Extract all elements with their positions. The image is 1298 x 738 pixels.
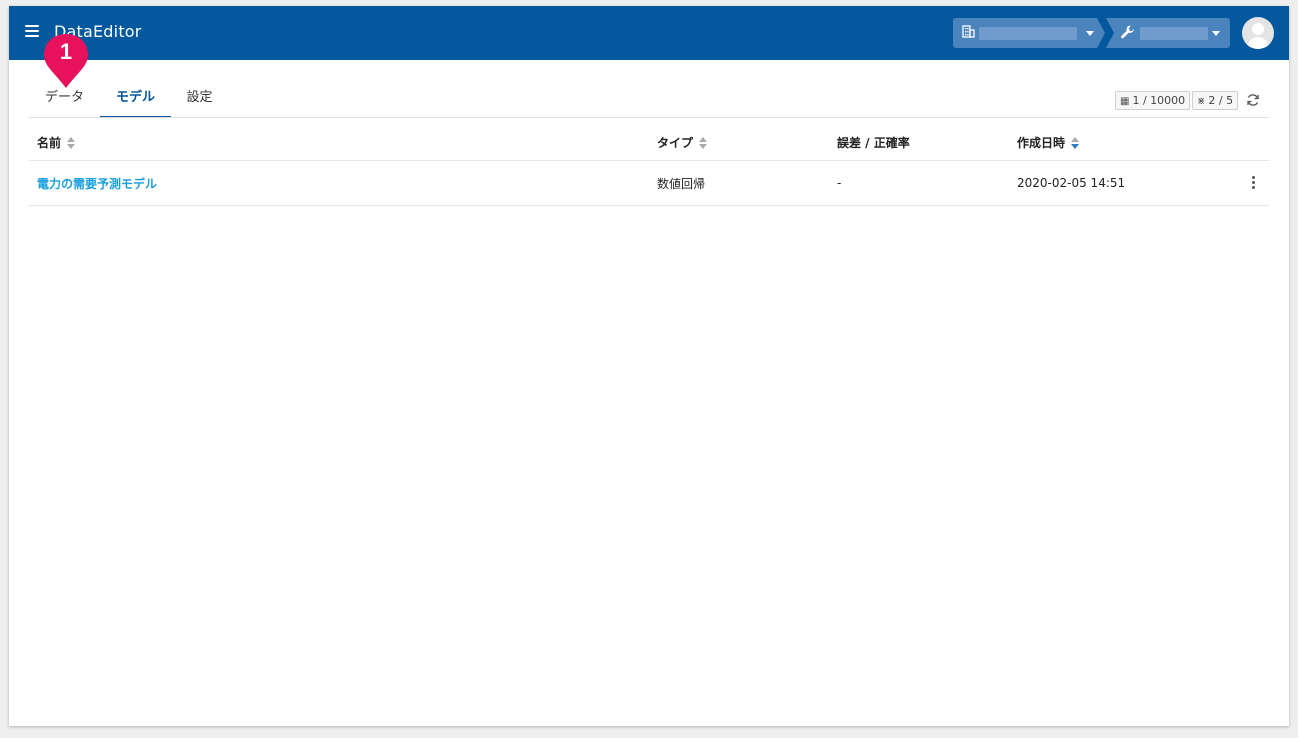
column-header-label: タイプ — [657, 135, 694, 150]
model-name-link[interactable]: 電力の需要予測モデル — [37, 177, 157, 191]
column-header-metric: 誤差 / 正確率 — [829, 124, 1009, 161]
model-metric-cell: - — [829, 160, 1009, 206]
model-created-cell: 2020-02-05 14:51 — [1009, 160, 1229, 206]
tab-model[interactable]: モデル — [100, 78, 171, 118]
building-icon — [962, 25, 975, 42]
table-header-row: 名前 タイプ 誤差 / 正確率 作成日時 — [29, 124, 1269, 161]
tabs-divider — [29, 117, 1269, 118]
wrench-icon — [1120, 24, 1136, 44]
column-header-actions — [1229, 124, 1269, 161]
table-row[interactable]: 電力の需要予測モデル 数値回帰 - 2020-02-05 14:51 — [29, 160, 1269, 206]
avatar[interactable] — [1242, 17, 1274, 49]
column-header-label: 作成日時 — [1017, 135, 1066, 150]
table-grid-icon: ▦ — [1120, 96, 1130, 107]
column-header-name[interactable]: 名前 — [29, 124, 649, 161]
sort-desc-icon — [1071, 137, 1080, 149]
model-quota-value: 2 / 5 — [1208, 94, 1234, 107]
column-header-created[interactable]: 作成日時 — [1009, 124, 1229, 161]
step-badge: 1 — [42, 32, 90, 92]
model-type-cell: 数値回帰 — [649, 160, 829, 206]
tab-settings[interactable]: 設定 — [171, 78, 228, 118]
project-name — [1140, 27, 1208, 40]
menu-icon[interactable] — [25, 25, 39, 39]
row-quota-badge: ▦ 1 / 10000 — [1115, 91, 1191, 110]
app-bar: DataEditor — [9, 6, 1289, 60]
sort-icon — [67, 137, 76, 149]
row-quota-value: 1 / 10000 — [1132, 94, 1186, 107]
more-vert-icon[interactable] — [1252, 175, 1255, 189]
step-badge-number: 1 — [59, 39, 73, 64]
sort-icon — [699, 137, 708, 149]
chevron-down-icon — [1086, 31, 1094, 36]
organization-name — [979, 27, 1077, 40]
app-window: DataEditor データ モデル 設定 1 ▦ 1 / 10000 ⋇ 2 … — [9, 6, 1289, 726]
refresh-icon[interactable] — [1246, 92, 1260, 106]
organization-selector[interactable] — [953, 18, 1105, 48]
chevron-down-icon — [1212, 31, 1220, 36]
column-header-label: 誤差 / 正確率 — [837, 135, 910, 150]
models-table: 名前 タイプ 誤差 / 正確率 作成日時 電力の需要予測モデル 数値回帰 - 2… — [29, 124, 1269, 206]
model-quota-badge: ⋇ 2 / 5 — [1192, 91, 1239, 110]
project-selector[interactable] — [1106, 18, 1230, 48]
model-network-icon: ⋇ — [1197, 96, 1206, 107]
column-header-label: 名前 — [37, 135, 62, 150]
column-header-type[interactable]: タイプ — [649, 124, 829, 161]
